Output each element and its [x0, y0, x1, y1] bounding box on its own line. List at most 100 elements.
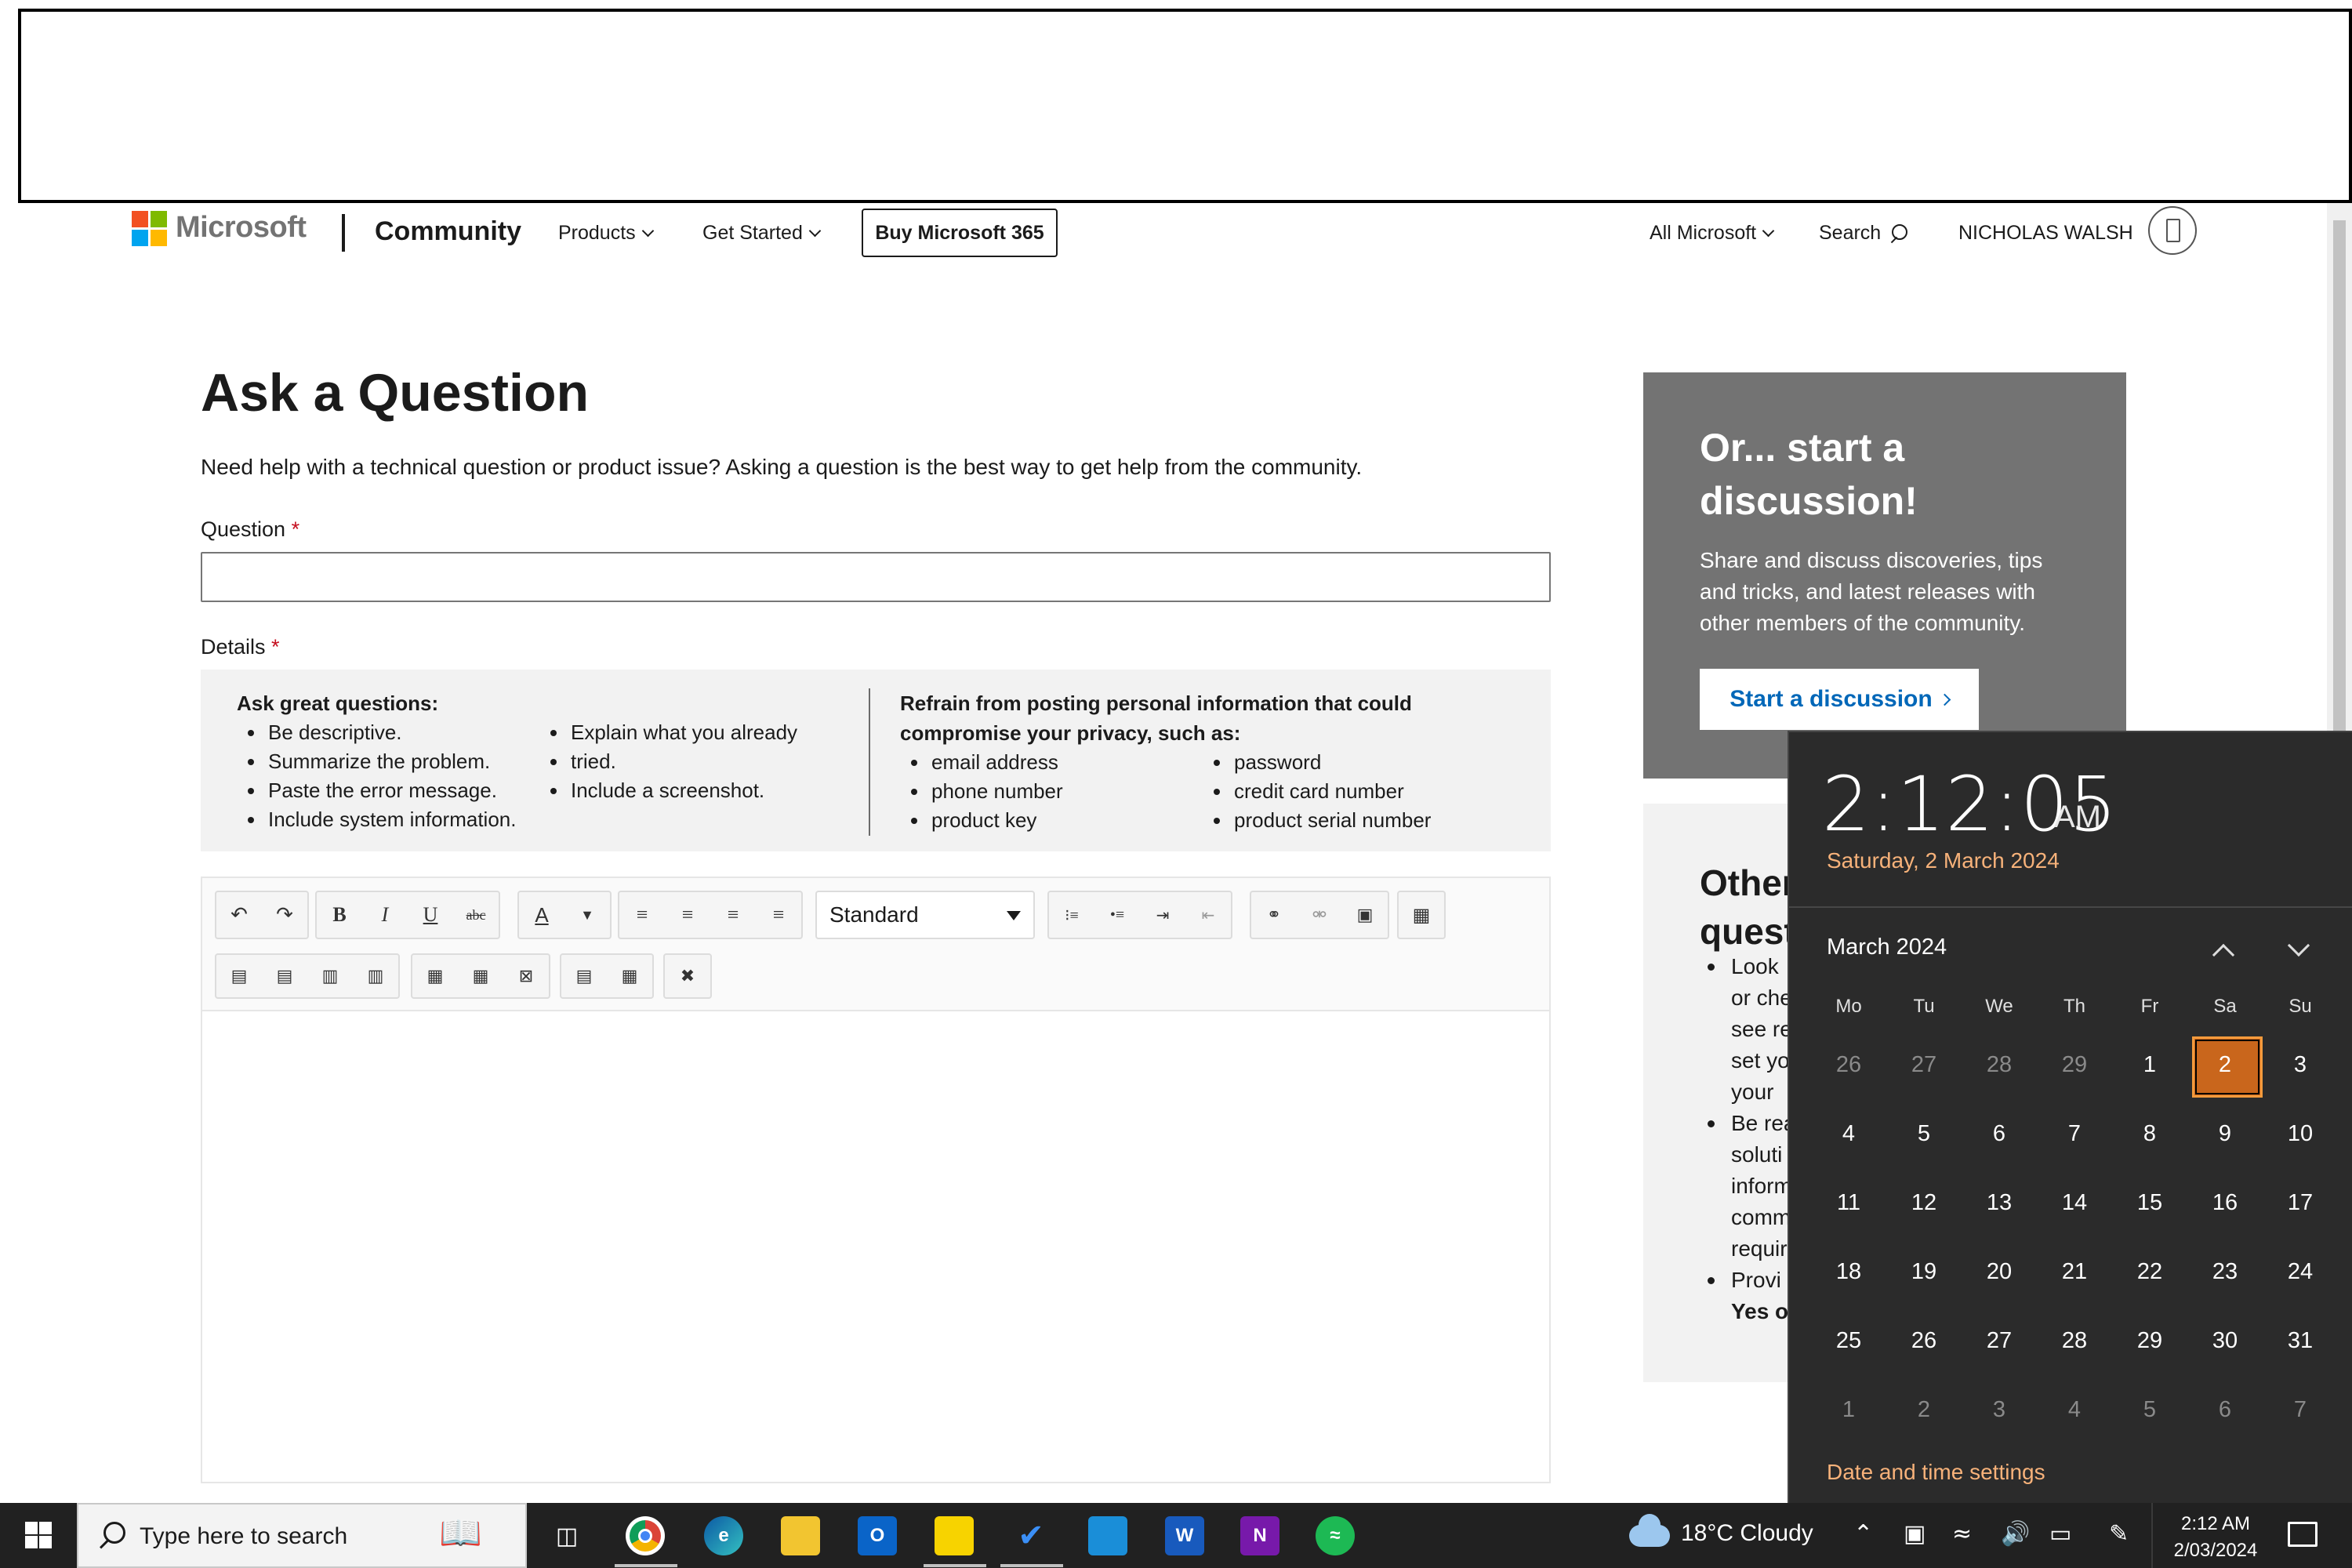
edge-icon[interactable]: e	[704, 1516, 743, 1555]
indent-icon[interactable]: ⇥	[1140, 892, 1185, 938]
todo-icon[interactable]: ✔	[1011, 1516, 1051, 1555]
word-icon[interactable]: W	[1165, 1516, 1204, 1555]
calendar-day[interactable]: 18	[1811, 1239, 1886, 1305]
calendar-day[interactable]: 19	[1886, 1239, 1962, 1305]
calendar-day[interactable]: 30	[2187, 1308, 2263, 1374]
insert-row-above-icon[interactable]: ▤	[216, 955, 262, 997]
undo-icon[interactable]: ↶	[216, 892, 262, 938]
underline-button[interactable]: U	[408, 892, 453, 938]
calendar-day[interactable]: 29	[2112, 1308, 2187, 1374]
align-justify-icon[interactable]: ≡	[756, 892, 801, 938]
split-cells-icon[interactable]: ▦	[607, 955, 652, 997]
unlink-icon[interactable]: ⚮	[1297, 892, 1342, 938]
chrome-icon[interactable]	[626, 1516, 665, 1555]
calendar-day[interactable]: 5	[2112, 1377, 2187, 1443]
calendar-day[interactable]: 1	[2112, 1032, 2187, 1098]
font-color-button[interactable]: A	[519, 892, 564, 938]
notification-center-icon[interactable]	[2288, 1522, 2318, 1547]
calendar-day[interactable]: 7	[2037, 1101, 2112, 1167]
insert-column-right-icon[interactable]: ▥	[353, 955, 398, 997]
calendar-month-label[interactable]: March 2024	[1827, 935, 1947, 960]
calendar-day[interactable]: 6	[2187, 1377, 2263, 1443]
paragraph-style-select[interactable]: Standard	[815, 891, 1035, 939]
calendar-day[interactable]: 28	[1962, 1032, 2037, 1098]
calendar-day[interactable]: 31	[2263, 1308, 2338, 1374]
font-color-dropdown-icon[interactable]: ▼	[564, 892, 610, 938]
calendar-day[interactable]: 10	[2263, 1101, 2338, 1167]
clock-date[interactable]: Saturday, 2 March 2024	[1827, 848, 2060, 873]
calendar-day[interactable]: 7	[2263, 1377, 2338, 1443]
next-month-icon[interactable]	[2287, 934, 2310, 957]
taskbar-search-box[interactable]: Type here to search 📖	[77, 1503, 527, 1568]
bulleted-list-icon[interactable]: •≡	[1094, 892, 1140, 938]
task-view-icon[interactable]: ◫	[547, 1516, 586, 1555]
link-icon[interactable]: ⚭	[1251, 892, 1297, 938]
sticky-notes-icon[interactable]	[935, 1516, 974, 1555]
calendar-day[interactable]: 20	[1962, 1239, 2037, 1305]
bold-button[interactable]: B	[317, 892, 362, 938]
microsoft-logo-icon[interactable]	[132, 211, 168, 247]
calendar-day[interactable]: 3	[2263, 1032, 2338, 1098]
calendar-day[interactable]: 27	[1962, 1308, 2037, 1374]
pen-icon[interactable]: ✎	[2109, 1520, 2129, 1548]
image-icon[interactable]: ▣	[1342, 892, 1388, 938]
delete-column-icon[interactable]: ▦	[458, 955, 503, 997]
calendar-day[interactable]: 16	[2187, 1170, 2263, 1236]
strikethrough-button[interactable]: abc	[453, 892, 499, 938]
align-left-icon[interactable]: ≡	[619, 892, 665, 938]
nav-get-started[interactable]: Get Started	[702, 222, 822, 245]
insert-column-left-icon[interactable]: ▥	[307, 955, 353, 997]
calendar-day[interactable]: 15	[2112, 1170, 2187, 1236]
wifi-icon[interactable]: ≈	[1952, 1520, 1972, 1548]
insert-row-below-icon[interactable]: ▤	[262, 955, 307, 997]
calendar-day[interactable]: 5	[1886, 1101, 1962, 1167]
redo-icon[interactable]: ↷	[262, 892, 307, 938]
weather-text[interactable]: 18°C Cloudy	[1681, 1520, 1813, 1547]
italic-button[interactable]: I	[362, 892, 408, 938]
delete-row-icon[interactable]: ▦	[412, 955, 458, 997]
calendar-day[interactable]: 14	[2037, 1170, 2112, 1236]
calendar-day[interactable]: 29	[2037, 1032, 2112, 1098]
taskbar-clock[interactable]: 2:12 AM 2/03/2024	[2161, 1511, 2270, 1564]
chevron-up-icon[interactable]: ⌃	[1853, 1520, 1873, 1548]
meet-now-icon[interactable]: ▣	[1904, 1520, 1926, 1548]
merge-cells-icon[interactable]: ▤	[561, 955, 607, 997]
calendar-day[interactable]: 23	[2187, 1239, 2263, 1305]
outdent-icon[interactable]: ⇤	[1185, 892, 1231, 938]
delete-table-icon[interactable]: ⊠	[503, 955, 549, 997]
align-right-icon[interactable]: ≡	[710, 892, 756, 938]
align-center-icon[interactable]: ≡	[665, 892, 710, 938]
avatar[interactable]	[2148, 206, 2197, 255]
nav-products[interactable]: Products	[558, 222, 654, 245]
calendar-day[interactable]: 1	[1811, 1377, 1886, 1443]
spotify-icon[interactable]: ≈	[1316, 1516, 1355, 1555]
calendar-day[interactable]: 4	[2037, 1377, 2112, 1443]
previous-month-icon[interactable]	[2212, 943, 2235, 967]
date-time-settings-link[interactable]: Date and time settings	[1827, 1460, 2045, 1485]
calendar-day[interactable]: 2	[1886, 1377, 1962, 1443]
cloudy-weather-icon[interactable]	[1629, 1514, 1670, 1547]
calendar-day[interactable]: 26	[1886, 1308, 1962, 1374]
store-icon[interactable]	[1088, 1516, 1127, 1555]
buy-microsoft-365-button[interactable]: Buy Microsoft 365	[862, 209, 1058, 257]
volume-icon[interactable]: 🔊	[2001, 1520, 2030, 1548]
calendar-day[interactable]: 28	[2037, 1308, 2112, 1374]
calendar-day[interactable]: 17	[2263, 1170, 2338, 1236]
details-editor[interactable]: ↶ ↷ B I U abc A ▼ ≡ ≡ ≡ ≡ Standard ⁝≡ •≡…	[201, 877, 1551, 1483]
calendar-day[interactable]: 11	[1811, 1170, 1886, 1236]
calendar-day[interactable]: 24	[2263, 1239, 2338, 1305]
user-name[interactable]: NICHOLAS WALSH	[1958, 222, 2133, 245]
site-name[interactable]: Community	[375, 216, 521, 247]
calendar-day[interactable]: 26	[1811, 1032, 1886, 1098]
calendar-day[interactable]: 13	[1962, 1170, 2037, 1236]
table-icon[interactable]: ▦	[1399, 892, 1444, 938]
calendar-day[interactable]: 25	[1811, 1308, 1886, 1374]
start-discussion-button[interactable]: Start a discussion	[1700, 669, 1979, 730]
calendar-day[interactable]: 3	[1962, 1377, 2037, 1443]
windows-start-icon[interactable]	[25, 1522, 52, 1548]
calendar-day[interactable]: 12	[1886, 1170, 1962, 1236]
question-input[interactable]	[201, 552, 1551, 602]
onenote-icon[interactable]: N	[1240, 1516, 1279, 1555]
calendar-day[interactable]: 8	[2112, 1101, 2187, 1167]
header-search[interactable]: Search	[1819, 222, 1908, 245]
